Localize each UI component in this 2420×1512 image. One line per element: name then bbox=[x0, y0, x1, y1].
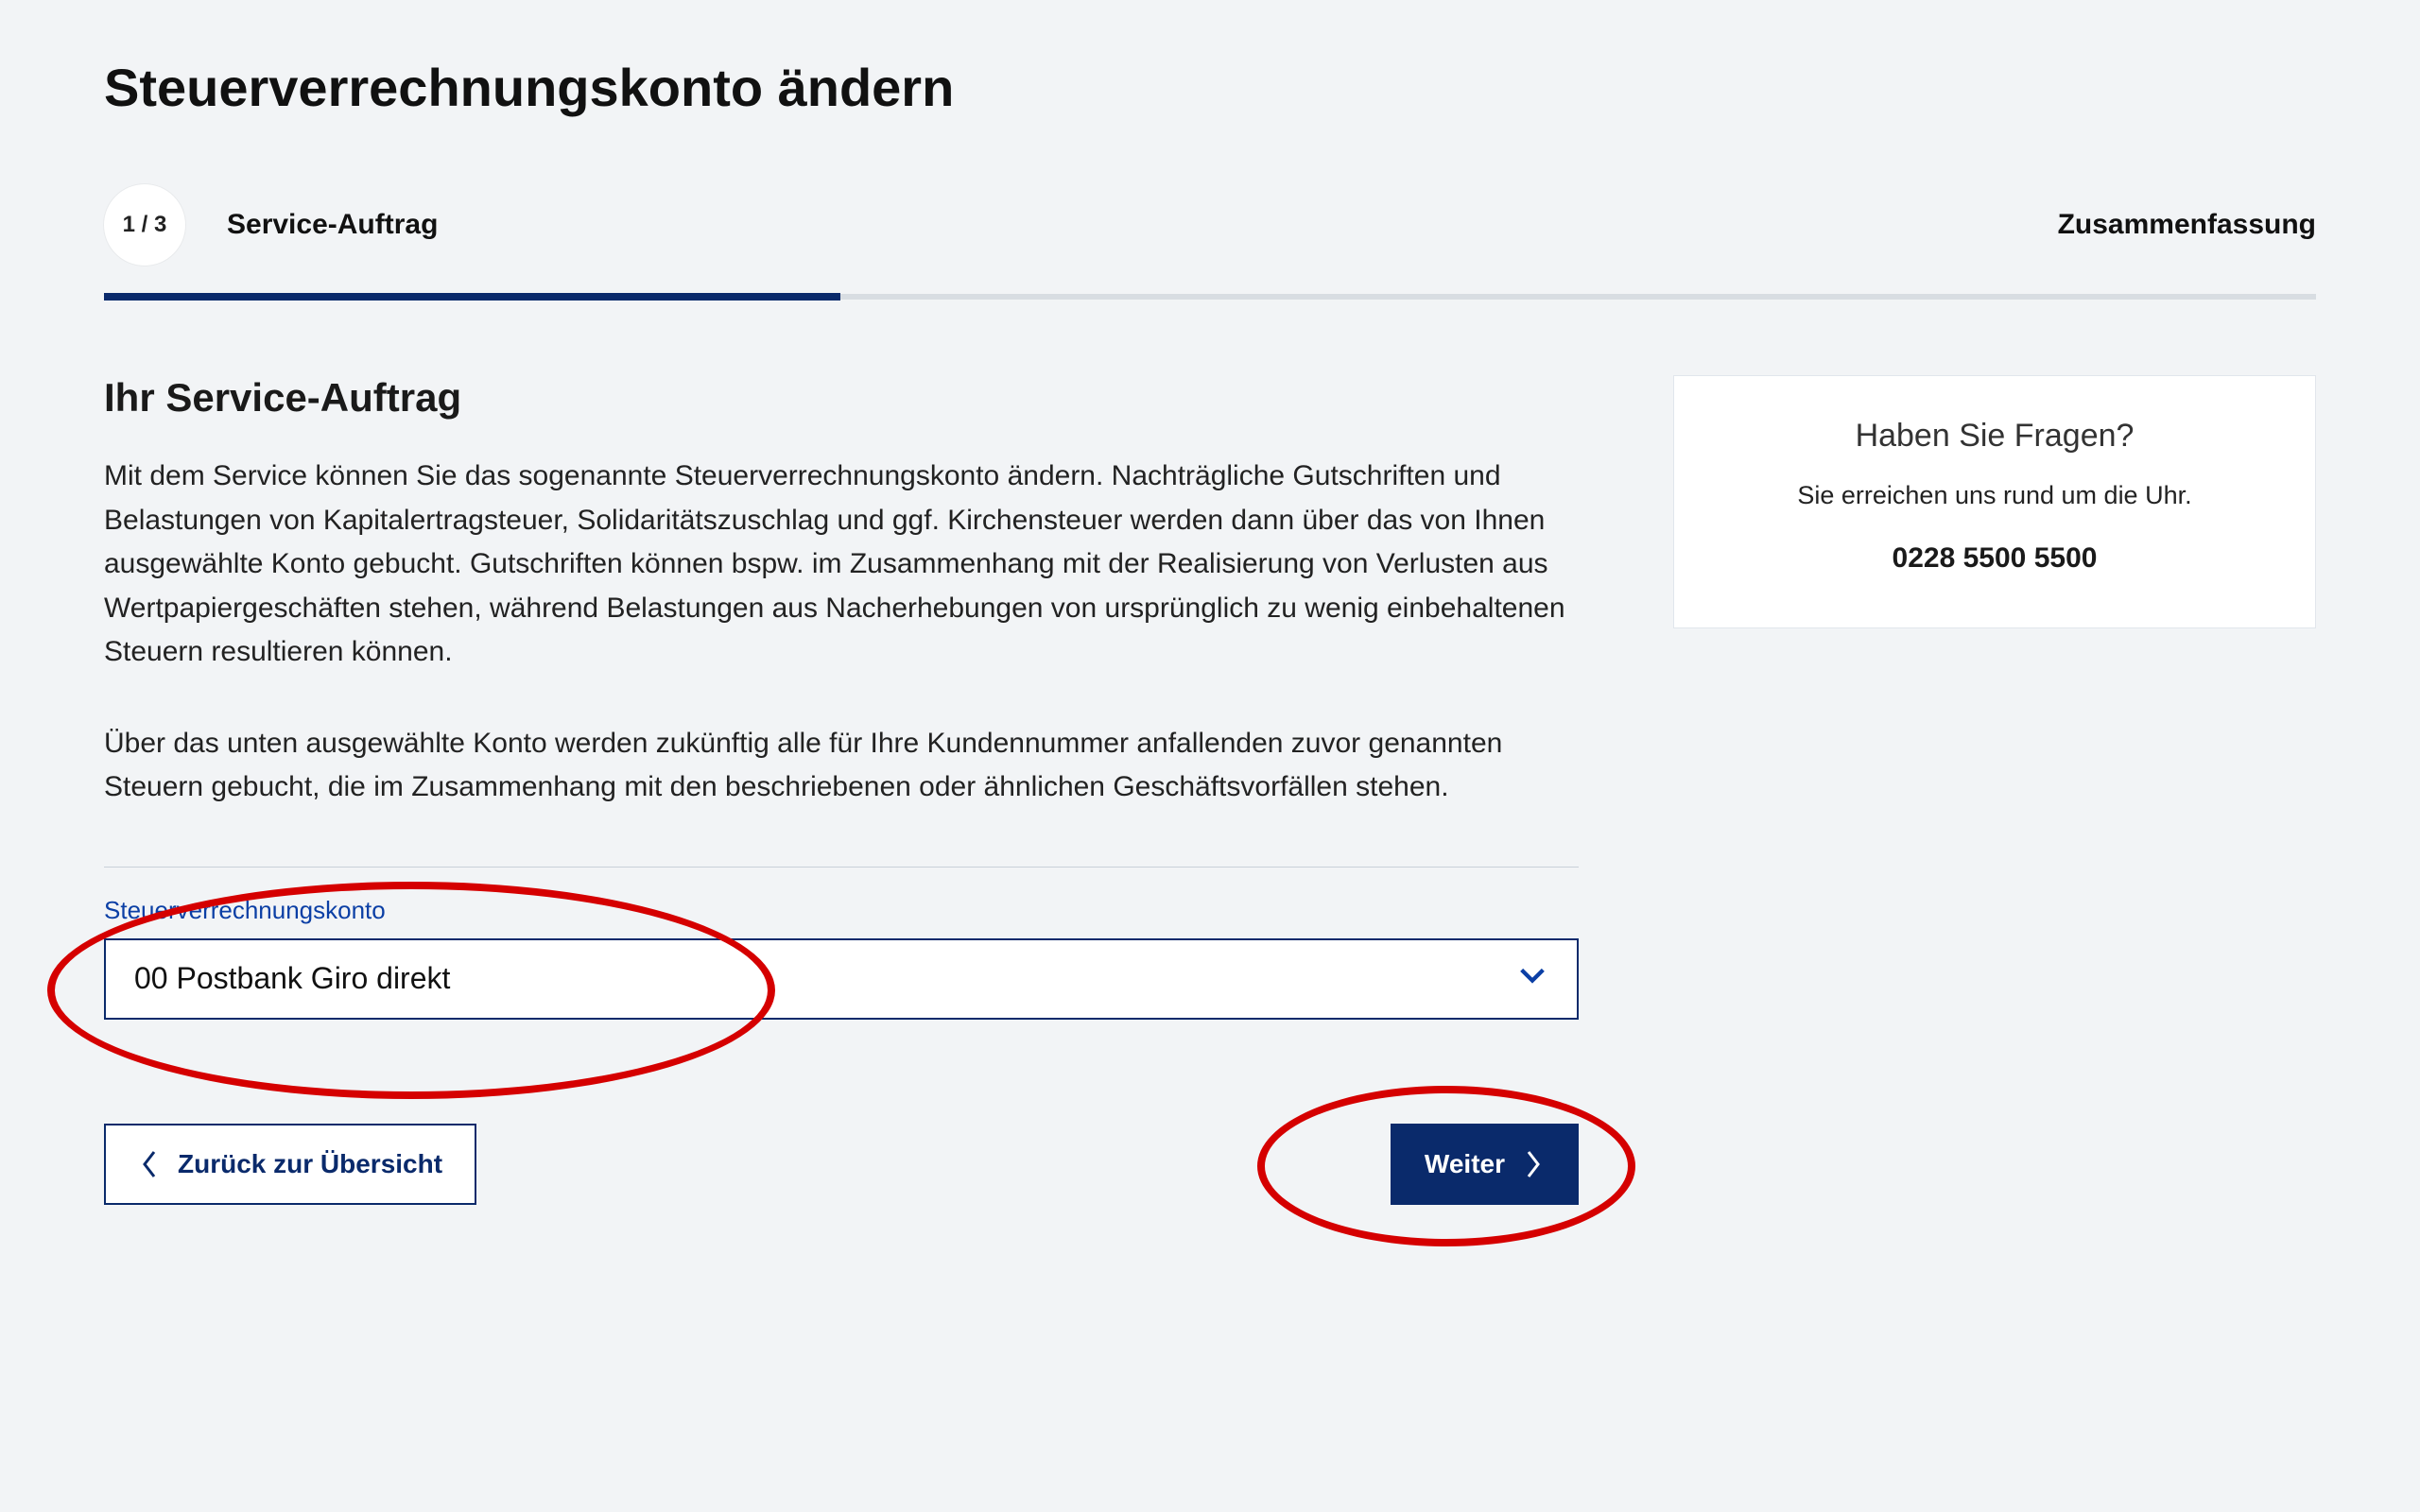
wizard-current: 1 / 3 Service-Auftrag bbox=[104, 184, 438, 266]
next-button-label: Weiter bbox=[1425, 1149, 1505, 1179]
account-select[interactable]: 00 Postbank Giro direkt bbox=[104, 938, 1579, 1020]
help-phone: 0228 5500 5500 bbox=[1712, 542, 2277, 575]
progress-fill bbox=[104, 293, 840, 301]
step-counter-badge: 1 / 3 bbox=[104, 184, 185, 266]
progress-track bbox=[104, 294, 2316, 300]
chevron-right-icon bbox=[1522, 1148, 1545, 1180]
wizard-steps: 1 / 3 Service-Auftrag Zusammenfassung bbox=[104, 184, 2316, 266]
help-box: Haben Sie Fragen? Sie erreichen uns rund… bbox=[1673, 375, 2316, 628]
section-title: Ihr Service-Auftrag bbox=[104, 375, 1579, 421]
account-select-label: Steuerverrechnungskonto bbox=[104, 896, 1579, 925]
back-button[interactable]: Zurück zur Übersicht bbox=[104, 1124, 476, 1205]
account-select-value: 00 Postbank Giro direkt bbox=[134, 961, 450, 996]
help-text: Sie erreichen uns rund um die Uhr. bbox=[1712, 481, 2277, 510]
page-title: Steuerverrechnungskonto ändern bbox=[104, 57, 2316, 118]
help-title: Haben Sie Fragen? bbox=[1712, 418, 2277, 455]
back-button-label: Zurück zur Übersicht bbox=[178, 1149, 442, 1179]
wizard-final-label: Zusammenfassung bbox=[2058, 209, 2316, 241]
description-paragraph: Mit dem Service können Sie das sogenannt… bbox=[104, 455, 1579, 675]
chevron-left-icon bbox=[138, 1148, 161, 1180]
wizard-step-label: Service-Auftrag bbox=[227, 209, 438, 241]
next-button[interactable]: Weiter bbox=[1391, 1124, 1579, 1205]
description-paragraph: Über das unten ausgewählte Konto werden … bbox=[104, 722, 1579, 810]
chevron-down-icon bbox=[1516, 959, 1548, 999]
form-card: Steuerverrechnungskonto ändern 1 / 3 Ser… bbox=[38, 28, 2382, 1484]
description: Mit dem Service können Sie das sogenannt… bbox=[104, 455, 1579, 810]
